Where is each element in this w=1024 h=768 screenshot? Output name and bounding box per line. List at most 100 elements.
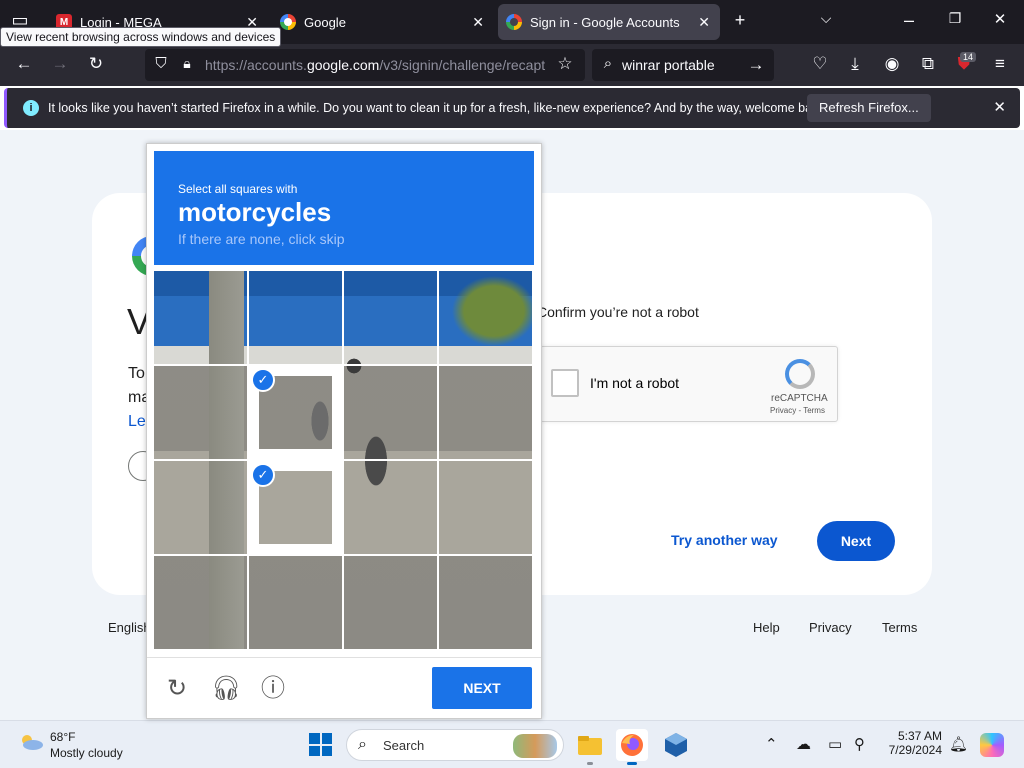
start-button-icon[interactable] bbox=[309, 733, 332, 756]
system-clock[interactable]: 5:37 AM 7/29/2024 bbox=[886, 729, 942, 757]
info-icon: i bbox=[23, 100, 39, 116]
taskbar-search-label: Search bbox=[383, 738, 425, 753]
account-icon[interactable]: ◉ bbox=[880, 54, 904, 74]
description-line: To bbox=[128, 365, 145, 382]
challenge-tile[interactable] bbox=[439, 366, 532, 459]
info-icon[interactable]: ⓘ bbox=[259, 675, 287, 703]
try-another-way-button[interactable]: Try another way bbox=[671, 532, 778, 548]
forward-icon[interactable]: → bbox=[48, 54, 72, 74]
network-icon[interactable]: ⚲ bbox=[854, 735, 865, 753]
virtualbox-icon[interactable] bbox=[660, 729, 692, 761]
list-all-tabs-icon[interactable]: ⌵ bbox=[814, 10, 838, 27]
confirm-not-robot-text: Confirm you’re not a robot bbox=[537, 304, 699, 320]
onedrive-icon[interactable]: ☁ bbox=[796, 735, 811, 753]
restore-icon[interactable]: ❐ bbox=[943, 10, 967, 27]
terms-link[interactable]: Terms bbox=[882, 620, 917, 635]
challenge-tile[interactable] bbox=[344, 556, 437, 649]
selected-check-icon: ✓ bbox=[251, 368, 275, 392]
show-hidden-icons-icon[interactable]: ⌃ bbox=[765, 735, 778, 753]
audio-icon[interactable]: 🎧︎ bbox=[211, 675, 241, 703]
challenge-tile[interactable] bbox=[439, 271, 532, 364]
search-query: winrar portable bbox=[622, 57, 715, 73]
privacy-link[interactable]: Privacy bbox=[809, 620, 852, 635]
recaptcha-privacy-terms-links[interactable]: Privacy - Terms bbox=[770, 406, 825, 415]
learn-more-link[interactable]: Le bbox=[128, 413, 146, 431]
challenge-target: motorcycles bbox=[178, 197, 332, 227]
running-indicator bbox=[587, 762, 593, 765]
tracking-shield-icon[interactable]: ⛉ bbox=[149, 55, 173, 72]
search-icon: ⌕ bbox=[358, 736, 367, 753]
firefox-icon[interactable] bbox=[616, 729, 648, 765]
google-icon bbox=[506, 14, 522, 30]
url-domain: google.com bbox=[306, 57, 380, 73]
pocket-icon[interactable]: ♡ bbox=[808, 54, 832, 74]
extension-badge: 14 bbox=[960, 52, 977, 62]
challenge-header: Select all squares with motorcycles If t… bbox=[154, 151, 534, 265]
close-window-icon[interactable]: ✕ bbox=[988, 10, 1012, 28]
recaptcha-logo-icon bbox=[785, 359, 815, 389]
bookmark-star-icon[interactable]: ☆ bbox=[553, 54, 577, 74]
back-icon[interactable]: ← bbox=[12, 54, 36, 74]
go-arrow-icon[interactable]: → bbox=[744, 55, 768, 75]
challenge-tile[interactable] bbox=[249, 556, 342, 649]
file-explorer-icon[interactable] bbox=[574, 729, 606, 765]
cloud-icon bbox=[22, 735, 43, 750]
challenge-tile[interactable] bbox=[439, 556, 532, 649]
search-highlight-art bbox=[513, 734, 557, 758]
copilot-icon[interactable] bbox=[980, 733, 1004, 757]
menu-icon[interactable]: ≡ bbox=[988, 54, 1012, 74]
close-tab-icon[interactable]: ✕ bbox=[698, 14, 710, 31]
challenge-tile[interactable] bbox=[154, 271, 247, 364]
minimize-icon[interactable]: – bbox=[897, 10, 921, 31]
search-icon: ⌕ bbox=[603, 55, 613, 72]
help-link[interactable]: Help bbox=[753, 620, 780, 635]
challenge-tile[interactable] bbox=[344, 271, 437, 364]
recaptcha-checkbox[interactable] bbox=[551, 369, 579, 397]
weather-condition: Mostly cloudy bbox=[50, 746, 123, 760]
address-bar[interactable]: ⛉ 🔒︎ https://accounts.google.com/v3/sign… bbox=[145, 49, 585, 81]
taskbar-search[interactable]: ⌕ Search bbox=[346, 729, 564, 761]
selected-check-icon: ✓ bbox=[251, 463, 275, 487]
notifications-bell-icon[interactable]: 🔔︎ bbox=[949, 735, 968, 753]
challenge-tile[interactable] bbox=[439, 461, 532, 554]
challenge-tile[interactable] bbox=[344, 366, 437, 459]
running-indicator bbox=[627, 762, 637, 765]
navigation-toolbar: ← → ↻ ⛉ 🔒︎ https://accounts.google.com/v… bbox=[0, 44, 1024, 86]
challenge-tile[interactable] bbox=[344, 461, 437, 554]
challenge-next-button[interactable]: NEXT bbox=[432, 667, 532, 709]
refresh-firefox-button[interactable]: Refresh Firefox... bbox=[807, 94, 931, 122]
next-button[interactable]: Next bbox=[817, 521, 895, 561]
challenge-tile[interactable] bbox=[249, 271, 342, 364]
tab-google[interactable]: Google ✕ bbox=[272, 0, 494, 44]
display-icon[interactable]: ▭ bbox=[828, 735, 842, 753]
challenge-tile[interactable] bbox=[154, 461, 247, 554]
recaptcha-widget: I'm not a robot reCAPTCHA Privacy - Term… bbox=[540, 346, 838, 422]
recaptcha-challenge-popup: Select all squares with motorcycles If t… bbox=[146, 143, 542, 719]
new-tab-icon[interactable]: + bbox=[728, 10, 752, 31]
challenge-footer: ↻ 🎧︎ ⓘ NEXT bbox=[147, 657, 541, 719]
clock-time: 5:37 AM bbox=[897, 729, 942, 743]
challenge-tile[interactable]: ✓ bbox=[249, 461, 342, 554]
reload-icon[interactable]: ↻ bbox=[84, 54, 108, 74]
challenge-image-grid: ✓ ✓ bbox=[154, 271, 534, 651]
recaptcha-label: I'm not a robot bbox=[590, 375, 680, 391]
url-path: /v3/signin/challenge/recapt bbox=[379, 57, 546, 73]
recaptcha-brand: reCAPTCHA bbox=[771, 393, 828, 404]
lock-icon[interactable]: 🔒︎ bbox=[175, 55, 199, 72]
language-selector[interactable]: English bbox=[108, 620, 151, 635]
notification-message: It looks like you haven’t started Firefo… bbox=[48, 101, 829, 115]
reload-icon[interactable]: ↻ bbox=[163, 675, 191, 703]
challenge-tile[interactable]: ✓ bbox=[249, 366, 342, 459]
tab-sign-in-google-accounts[interactable]: Sign in - Google Accounts ✕ bbox=[498, 4, 720, 40]
challenge-tile[interactable] bbox=[154, 366, 247, 459]
close-tab-icon[interactable]: ✕ bbox=[472, 14, 484, 31]
challenge-tile[interactable] bbox=[154, 556, 247, 649]
search-box[interactable]: ⌕ winrar portable → bbox=[592, 49, 774, 81]
challenge-instruction: Select all squares with bbox=[178, 182, 298, 196]
google-icon bbox=[280, 14, 296, 30]
downloads-icon[interactable]: ⤓ bbox=[843, 54, 867, 74]
url-prefix: https://accounts. bbox=[205, 57, 307, 73]
url-text[interactable]: https://accounts.google.com/v3/signin/ch… bbox=[205, 57, 550, 73]
extensions-icon[interactable]: ⧉ bbox=[916, 54, 940, 74]
close-notification-icon[interactable]: ✕ bbox=[993, 98, 1006, 116]
